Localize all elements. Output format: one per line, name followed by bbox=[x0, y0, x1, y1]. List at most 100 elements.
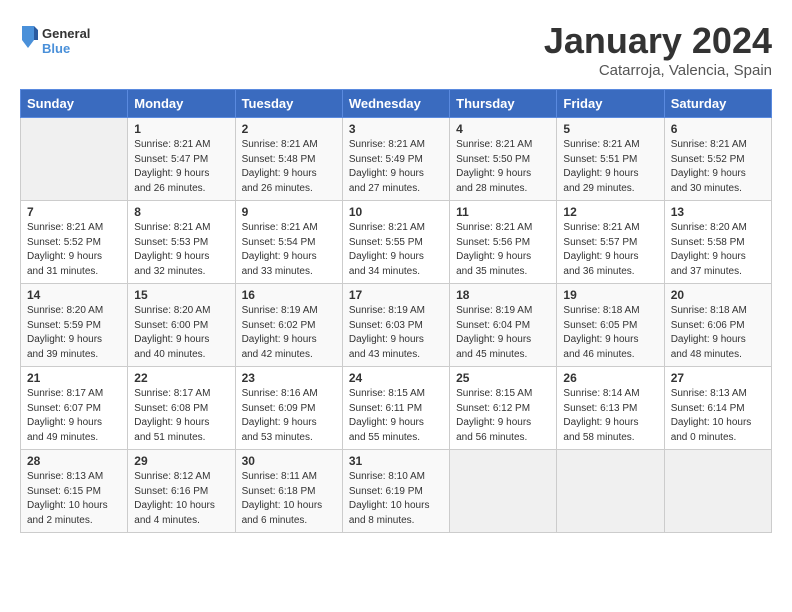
sunset-text: Sunset: 6:13 PM bbox=[563, 403, 637, 414]
table-cell: 13 Sunrise: 8:20 AM Sunset: 5:58 PM Dayl… bbox=[664, 201, 771, 284]
daylight-text: Daylight: 9 hours and 35 minutes. bbox=[456, 251, 531, 277]
sunrise-text: Sunrise: 8:21 AM bbox=[134, 222, 210, 233]
sunrise-text: Sunrise: 8:21 AM bbox=[456, 222, 532, 233]
daylight-text: Daylight: 10 hours and 2 minutes. bbox=[27, 500, 108, 526]
table-cell: 23 Sunrise: 8:16 AM Sunset: 6:09 PM Dayl… bbox=[235, 367, 342, 450]
daylight-text: Daylight: 9 hours and 34 minutes. bbox=[349, 251, 424, 277]
cell-content: Sunrise: 8:16 AM Sunset: 6:09 PM Dayligh… bbox=[242, 387, 336, 445]
sunrise-text: Sunrise: 8:18 AM bbox=[563, 305, 639, 316]
table-cell bbox=[557, 450, 664, 533]
sunrise-text: Sunrise: 8:17 AM bbox=[134, 388, 210, 399]
sunset-text: Sunset: 6:14 PM bbox=[671, 403, 745, 414]
cell-content: Sunrise: 8:21 AM Sunset: 5:57 PM Dayligh… bbox=[563, 221, 657, 279]
calendar-header-row: SundayMondayTuesdayWednesdayThursdayFrid… bbox=[21, 90, 772, 118]
day-number: 18 bbox=[456, 288, 550, 302]
sunrise-text: Sunrise: 8:21 AM bbox=[242, 222, 318, 233]
header-wednesday: Wednesday bbox=[342, 90, 449, 118]
sunrise-text: Sunrise: 8:20 AM bbox=[134, 305, 210, 316]
cell-content: Sunrise: 8:21 AM Sunset: 5:52 PM Dayligh… bbox=[671, 138, 765, 196]
cell-content: Sunrise: 8:21 AM Sunset: 5:50 PM Dayligh… bbox=[456, 138, 550, 196]
cell-content: Sunrise: 8:21 AM Sunset: 5:52 PM Dayligh… bbox=[27, 221, 121, 279]
table-cell: 18 Sunrise: 8:19 AM Sunset: 6:04 PM Dayl… bbox=[450, 284, 557, 367]
daylight-text: Daylight: 10 hours and 0 minutes. bbox=[671, 417, 752, 443]
cell-content: Sunrise: 8:14 AM Sunset: 6:13 PM Dayligh… bbox=[563, 387, 657, 445]
table-cell: 7 Sunrise: 8:21 AM Sunset: 5:52 PM Dayli… bbox=[21, 201, 128, 284]
sunset-text: Sunset: 6:00 PM bbox=[134, 320, 208, 331]
sunrise-text: Sunrise: 8:21 AM bbox=[349, 222, 425, 233]
daylight-text: Daylight: 9 hours and 37 minutes. bbox=[671, 251, 746, 277]
day-number: 6 bbox=[671, 122, 765, 136]
sunset-text: Sunset: 6:12 PM bbox=[456, 403, 530, 414]
day-number: 24 bbox=[349, 371, 443, 385]
sunrise-text: Sunrise: 8:19 AM bbox=[349, 305, 425, 316]
daylight-text: Daylight: 9 hours and 26 minutes. bbox=[134, 168, 209, 194]
sunset-text: Sunset: 6:15 PM bbox=[27, 486, 101, 497]
daylight-text: Daylight: 9 hours and 33 minutes. bbox=[242, 251, 317, 277]
day-number: 9 bbox=[242, 205, 336, 219]
sunrise-text: Sunrise: 8:19 AM bbox=[456, 305, 532, 316]
table-cell: 24 Sunrise: 8:15 AM Sunset: 6:11 PM Dayl… bbox=[342, 367, 449, 450]
cell-content: Sunrise: 8:12 AM Sunset: 6:16 PM Dayligh… bbox=[134, 470, 228, 528]
header-thursday: Thursday bbox=[450, 90, 557, 118]
sunrise-text: Sunrise: 8:14 AM bbox=[563, 388, 639, 399]
table-cell: 5 Sunrise: 8:21 AM Sunset: 5:51 PM Dayli… bbox=[557, 118, 664, 201]
daylight-text: Daylight: 9 hours and 45 minutes. bbox=[456, 334, 531, 360]
cell-content: Sunrise: 8:21 AM Sunset: 5:51 PM Dayligh… bbox=[563, 138, 657, 196]
sunrise-text: Sunrise: 8:21 AM bbox=[349, 139, 425, 150]
sunset-text: Sunset: 5:50 PM bbox=[456, 154, 530, 165]
daylight-text: Daylight: 9 hours and 39 minutes. bbox=[27, 334, 102, 360]
day-number: 17 bbox=[349, 288, 443, 302]
sunrise-text: Sunrise: 8:18 AM bbox=[671, 305, 747, 316]
day-number: 26 bbox=[563, 371, 657, 385]
sunset-text: Sunset: 6:04 PM bbox=[456, 320, 530, 331]
sunrise-text: Sunrise: 8:21 AM bbox=[27, 222, 103, 233]
daylight-text: Daylight: 9 hours and 51 minutes. bbox=[134, 417, 209, 443]
table-cell: 19 Sunrise: 8:18 AM Sunset: 6:05 PM Dayl… bbox=[557, 284, 664, 367]
sunrise-text: Sunrise: 8:13 AM bbox=[671, 388, 747, 399]
table-cell: 11 Sunrise: 8:21 AM Sunset: 5:56 PM Dayl… bbox=[450, 201, 557, 284]
cell-content: Sunrise: 8:11 AM Sunset: 6:18 PM Dayligh… bbox=[242, 470, 336, 528]
logo: General Blue bbox=[20, 20, 100, 65]
svg-text:Blue: Blue bbox=[42, 41, 70, 56]
calendar-table: SundayMondayTuesdayWednesdayThursdayFrid… bbox=[20, 89, 772, 533]
week-row-4: 21 Sunrise: 8:17 AM Sunset: 6:07 PM Dayl… bbox=[21, 367, 772, 450]
day-number: 15 bbox=[134, 288, 228, 302]
daylight-text: Daylight: 9 hours and 53 minutes. bbox=[242, 417, 317, 443]
sunset-text: Sunset: 6:07 PM bbox=[27, 403, 101, 414]
day-number: 29 bbox=[134, 454, 228, 468]
daylight-text: Daylight: 10 hours and 4 minutes. bbox=[134, 500, 215, 526]
cell-content: Sunrise: 8:15 AM Sunset: 6:12 PM Dayligh… bbox=[456, 387, 550, 445]
sunrise-text: Sunrise: 8:20 AM bbox=[671, 222, 747, 233]
daylight-text: Daylight: 9 hours and 28 minutes. bbox=[456, 168, 531, 194]
cell-content: Sunrise: 8:18 AM Sunset: 6:06 PM Dayligh… bbox=[671, 304, 765, 362]
day-number: 25 bbox=[456, 371, 550, 385]
cell-content: Sunrise: 8:19 AM Sunset: 6:03 PM Dayligh… bbox=[349, 304, 443, 362]
daylight-text: Daylight: 9 hours and 36 minutes. bbox=[563, 251, 638, 277]
cell-content: Sunrise: 8:19 AM Sunset: 6:04 PM Dayligh… bbox=[456, 304, 550, 362]
table-cell: 26 Sunrise: 8:14 AM Sunset: 6:13 PM Dayl… bbox=[557, 367, 664, 450]
sunrise-text: Sunrise: 8:21 AM bbox=[671, 139, 747, 150]
sunset-text: Sunset: 6:16 PM bbox=[134, 486, 208, 497]
table-cell bbox=[664, 450, 771, 533]
sunrise-text: Sunrise: 8:17 AM bbox=[27, 388, 103, 399]
daylight-text: Daylight: 9 hours and 55 minutes. bbox=[349, 417, 424, 443]
table-cell: 25 Sunrise: 8:15 AM Sunset: 6:12 PM Dayl… bbox=[450, 367, 557, 450]
day-number: 20 bbox=[671, 288, 765, 302]
daylight-text: Daylight: 9 hours and 26 minutes. bbox=[242, 168, 317, 194]
sunset-text: Sunset: 6:06 PM bbox=[671, 320, 745, 331]
sunset-text: Sunset: 6:18 PM bbox=[242, 486, 316, 497]
table-cell: 8 Sunrise: 8:21 AM Sunset: 5:53 PM Dayli… bbox=[128, 201, 235, 284]
table-cell: 15 Sunrise: 8:20 AM Sunset: 6:00 PM Dayl… bbox=[128, 284, 235, 367]
table-cell: 29 Sunrise: 8:12 AM Sunset: 6:16 PM Dayl… bbox=[128, 450, 235, 533]
day-number: 12 bbox=[563, 205, 657, 219]
table-cell: 17 Sunrise: 8:19 AM Sunset: 6:03 PM Dayl… bbox=[342, 284, 449, 367]
sunrise-text: Sunrise: 8:16 AM bbox=[242, 388, 318, 399]
sunset-text: Sunset: 5:55 PM bbox=[349, 237, 423, 248]
daylight-text: Daylight: 9 hours and 42 minutes. bbox=[242, 334, 317, 360]
day-number: 27 bbox=[671, 371, 765, 385]
table-cell: 30 Sunrise: 8:11 AM Sunset: 6:18 PM Dayl… bbox=[235, 450, 342, 533]
daylight-text: Daylight: 9 hours and 43 minutes. bbox=[349, 334, 424, 360]
table-cell: 2 Sunrise: 8:21 AM Sunset: 5:48 PM Dayli… bbox=[235, 118, 342, 201]
daylight-text: Daylight: 9 hours and 49 minutes. bbox=[27, 417, 102, 443]
sunset-text: Sunset: 6:11 PM bbox=[349, 403, 422, 414]
